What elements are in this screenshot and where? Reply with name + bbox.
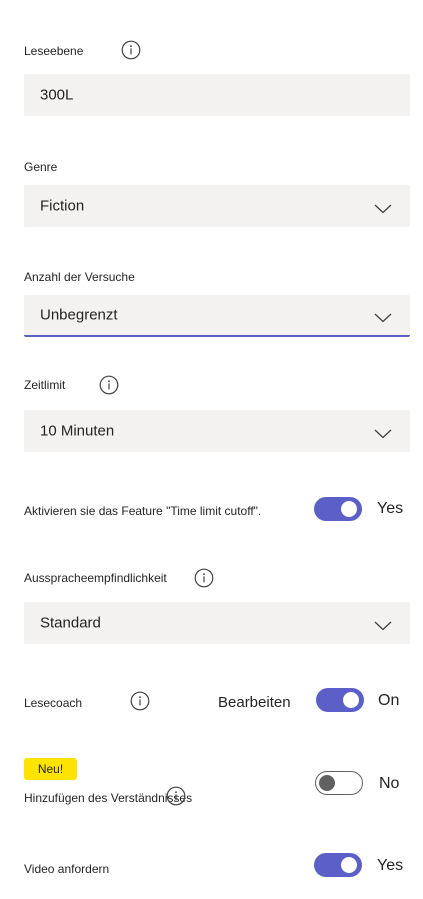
info-icon[interactable] bbox=[166, 786, 186, 806]
pronunciation-value: Standard bbox=[40, 614, 101, 632]
reading-level-label: Leseebene bbox=[24, 44, 84, 58]
time-limit-cutoff-state: Yes bbox=[377, 500, 404, 517]
pronunciation-dropdown[interactable]: Standard bbox=[24, 602, 410, 644]
toggle-knob bbox=[319, 775, 335, 791]
reading-coach-toggle[interactable] bbox=[316, 688, 364, 712]
genre-label: Genre bbox=[24, 160, 58, 174]
toggle-knob bbox=[343, 692, 359, 708]
comprehension-toggle[interactable] bbox=[315, 771, 363, 795]
time-limit-cutoff-label: Aktivieren sie das Feature "Time limit c… bbox=[24, 504, 262, 518]
chevron-down-icon bbox=[374, 426, 392, 439]
reading-level-value: 300L bbox=[40, 86, 74, 104]
pronunciation-label: Ausspracheempfindlichkeit bbox=[24, 571, 167, 585]
genre-value: Fiction bbox=[40, 197, 85, 215]
time-limit-cutoff-toggle[interactable] bbox=[314, 497, 362, 521]
info-icon[interactable] bbox=[194, 568, 214, 588]
new-badge: Neu! bbox=[24, 758, 77, 780]
time-limit-label: Zeitlimit bbox=[24, 378, 66, 392]
toggle-knob bbox=[341, 501, 357, 517]
require-video-state: Yes bbox=[377, 857, 404, 874]
chevron-down-icon bbox=[374, 310, 392, 323]
reading-coach-label: Lesecoach bbox=[24, 696, 83, 710]
reading-coach-state: On bbox=[378, 692, 400, 709]
reading-level-field[interactable]: 300L bbox=[24, 74, 410, 116]
time-limit-value: 10 Minuten bbox=[40, 422, 115, 440]
time-limit-dropdown[interactable]: 10 Minuten bbox=[24, 410, 410, 452]
info-icon[interactable] bbox=[130, 691, 150, 711]
require-video-label: Video anfordern bbox=[24, 862, 110, 876]
chevron-down-icon bbox=[374, 201, 392, 214]
info-icon[interactable] bbox=[99, 375, 119, 395]
chevron-down-icon bbox=[374, 618, 392, 631]
comprehension-state: No bbox=[379, 775, 400, 792]
toggle-knob bbox=[341, 857, 357, 873]
attempts-value: Unbegrenzt bbox=[40, 306, 118, 324]
attempts-label: Anzahl der Versuche bbox=[24, 270, 135, 284]
edit-reading-coach-button[interactable]: Bearbeiten bbox=[218, 694, 291, 711]
require-video-toggle[interactable] bbox=[314, 853, 362, 877]
genre-dropdown[interactable]: Fiction bbox=[24, 185, 410, 227]
info-icon[interactable] bbox=[121, 40, 141, 60]
attempts-dropdown[interactable]: Unbegrenzt bbox=[24, 295, 410, 337]
